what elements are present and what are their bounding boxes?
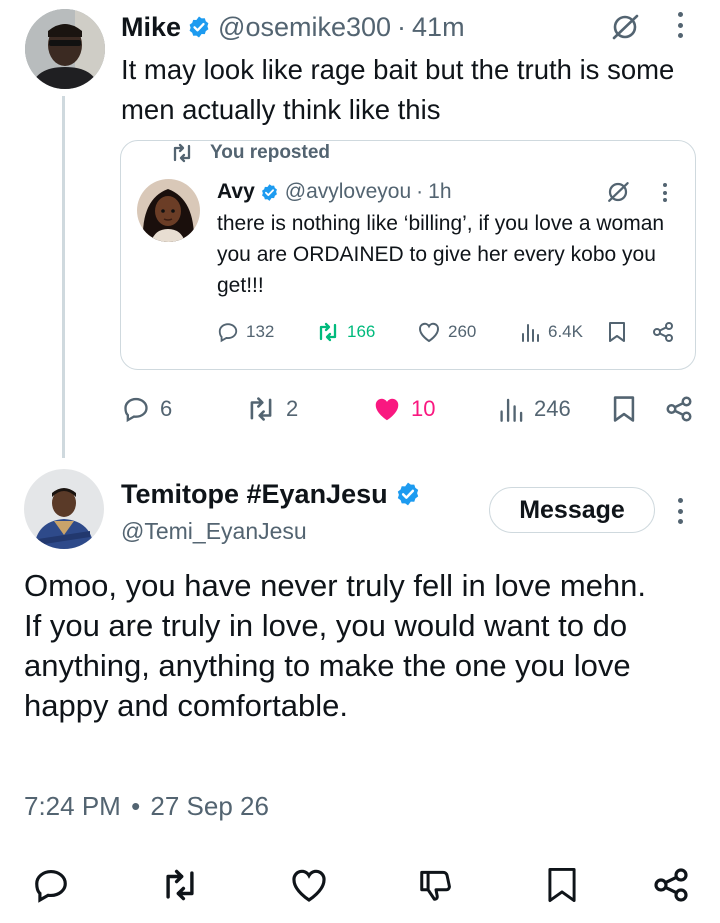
thread-connector-line xyxy=(62,96,65,458)
quoted-like-action[interactable]: 260 xyxy=(417,319,476,345)
separator-dot: • xyxy=(131,791,141,821)
quoted-views-action[interactable]: 6.4K xyxy=(521,319,583,345)
dislike-icon xyxy=(420,870,451,901)
heart-icon xyxy=(419,322,439,343)
repost-button[interactable] xyxy=(159,868,201,902)
views-icon xyxy=(500,398,523,422)
reply-button[interactable] xyxy=(32,866,70,904)
share-button[interactable] xyxy=(651,866,691,904)
reply-action[interactable]: 6 xyxy=(121,394,172,424)
quoted-author-handle[interactable]: @avyloveyou xyxy=(285,180,411,204)
reposted-indicator: You reposted xyxy=(170,141,330,165)
verified-badge-icon xyxy=(395,481,421,507)
reply-author-header: Temitope #EyanJesu xyxy=(121,477,428,511)
grok-icon[interactable] xyxy=(610,12,640,42)
bookmark-button[interactable] xyxy=(546,866,578,904)
reply-icon xyxy=(35,869,67,903)
tweet-time[interactable]: 41m xyxy=(412,12,465,43)
verified-badge-icon xyxy=(260,183,279,202)
message-button[interactable]: Message xyxy=(489,487,655,533)
reply-text: Omoo, you have never truly fell in love … xyxy=(24,566,704,726)
separator-dot: · xyxy=(416,180,424,203)
more-vertical-icon[interactable] xyxy=(678,498,683,524)
share-icon xyxy=(654,868,688,902)
more-vertical-icon[interactable] xyxy=(678,12,683,38)
views-icon xyxy=(522,324,539,342)
reply-author-name[interactable]: Temitope #EyanJesu xyxy=(121,479,388,510)
quoted-tweet-time[interactable]: 1h xyxy=(428,180,451,204)
repost-icon xyxy=(173,143,191,163)
share-icon xyxy=(666,396,692,422)
tweet-header: Mike @osemike300 · 41m xyxy=(121,10,465,44)
reply-timestamp[interactable]: 7:24 PM • 27 Sep 26 xyxy=(24,791,269,822)
repost-icon xyxy=(319,322,337,342)
reply-date: 27 Sep 26 xyxy=(150,791,269,821)
share-icon xyxy=(653,322,673,342)
quoted-repost-action[interactable]: 166 xyxy=(316,319,375,345)
dislike-button[interactable] xyxy=(416,866,456,904)
reply-count: 6 xyxy=(160,396,173,421)
quoted-reply-action[interactable]: 132 xyxy=(217,319,274,345)
reply-paragraph: If you are truly in love, you would want… xyxy=(24,608,631,723)
like-button[interactable] xyxy=(289,866,329,904)
reply-time: 7:24 PM xyxy=(24,791,121,821)
repost-icon xyxy=(250,397,272,421)
bookmark-icon xyxy=(609,322,625,342)
tweet-text: It may look like rage bait but the truth… xyxy=(121,54,675,125)
verified-badge-icon xyxy=(187,15,211,39)
quoted-repost-count: 166 xyxy=(347,322,376,341)
repost-count: 2 xyxy=(286,396,299,421)
quoted-share-action[interactable] xyxy=(651,319,675,345)
repost-action[interactable]: 2 xyxy=(245,394,298,424)
more-vertical-icon[interactable] xyxy=(663,183,667,202)
reply-author-handle[interactable]: @Temi_EyanJesu xyxy=(121,518,307,545)
author-handle[interactable]: @osemike300 xyxy=(218,12,391,43)
repost-icon xyxy=(166,869,194,901)
author-name[interactable]: Mike xyxy=(121,12,181,43)
reply-icon xyxy=(218,323,238,343)
heart-icon xyxy=(292,869,326,902)
quoted-view-count: 6.4K xyxy=(548,322,583,341)
quoted-tweet-text: there is nothing like ‘billing’, if you … xyxy=(217,212,665,297)
reposted-label: You reposted xyxy=(210,142,330,163)
reply-paragraph: Omoo, you have never truly fell in love … xyxy=(24,568,647,603)
separator-dot: · xyxy=(397,11,407,42)
view-count: 246 xyxy=(534,396,571,421)
heart-icon xyxy=(375,398,399,421)
like-action[interactable]: 10 xyxy=(372,394,435,424)
avatar-avy[interactable] xyxy=(137,179,200,242)
like-count: 10 xyxy=(411,396,436,421)
quoted-like-count: 260 xyxy=(448,322,477,341)
views-action[interactable]: 246 xyxy=(499,394,571,424)
bookmark-icon xyxy=(613,396,635,422)
bookmark-action[interactable] xyxy=(612,394,636,424)
quoted-tweet-header: Avy @avyloveyou · 1h xyxy=(217,178,452,206)
quoted-author-name[interactable]: Avy xyxy=(217,180,255,204)
reply-icon xyxy=(124,397,148,423)
bookmark-icon xyxy=(548,867,576,903)
avatar-temitope[interactable] xyxy=(24,469,104,549)
quoted-reply-count: 132 xyxy=(246,322,275,341)
quoted-bookmark-action[interactable] xyxy=(608,319,626,345)
grok-icon[interactable] xyxy=(606,180,630,204)
avatar-mike[interactable] xyxy=(25,9,105,89)
share-action[interactable] xyxy=(664,394,694,424)
